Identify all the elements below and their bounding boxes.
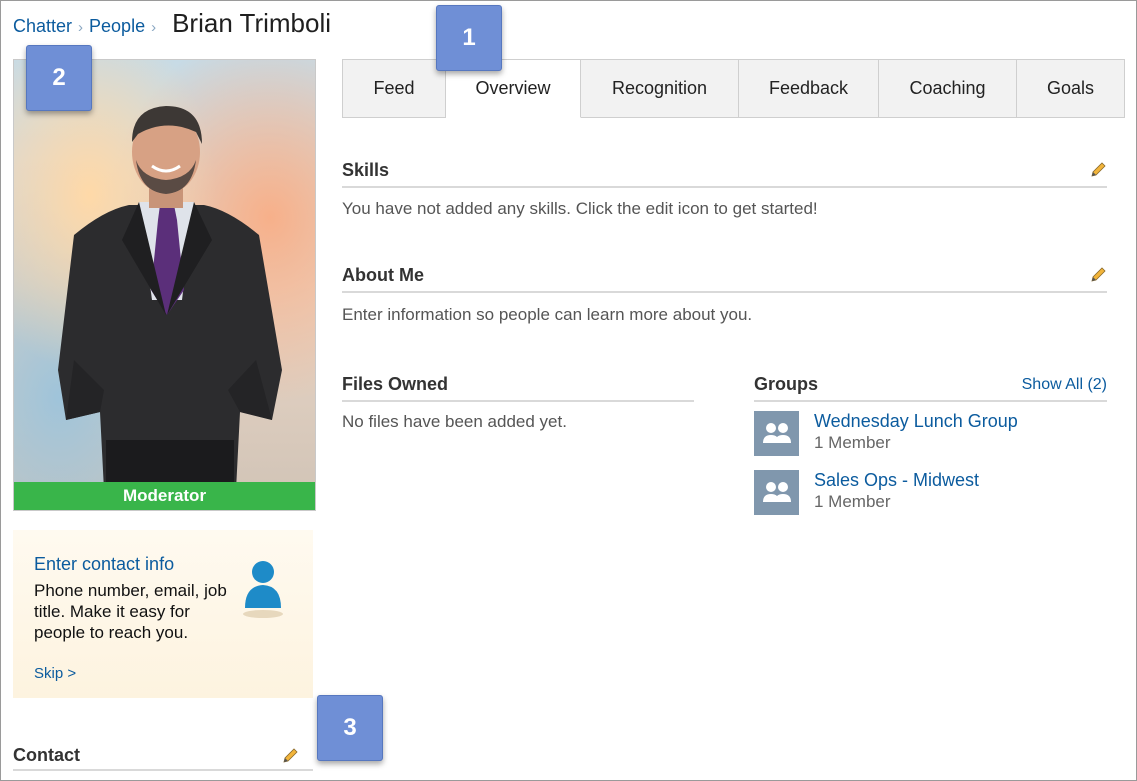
tab-feed[interactable]: Feed: [342, 59, 446, 118]
about-me-heading: About Me: [342, 265, 424, 285]
chevron-right-icon: ›: [78, 19, 84, 36]
group-link[interactable]: Wednesday Lunch Group: [814, 411, 1018, 432]
group-link[interactable]: Sales Ops - Midwest: [814, 470, 979, 491]
breadcrumb-people-link[interactable]: People: [89, 16, 145, 37]
contact-info-description: Phone number, email, job title. Make it …: [34, 581, 227, 642]
enter-contact-info-link[interactable]: Enter contact info: [34, 554, 174, 575]
list-item: Sales Ops - Midwest 1 Member: [754, 470, 1114, 516]
chevron-right-icon: ›: [151, 19, 157, 36]
groups-heading: Groups: [754, 374, 819, 394]
list-item: Wednesday Lunch Group 1 Member: [754, 411, 1114, 457]
tab-coaching[interactable]: Coaching: [879, 59, 1017, 118]
skills-section-header: Skills: [342, 160, 1107, 188]
files-owned-heading: Files Owned: [342, 374, 449, 394]
pencil-icon[interactable]: [281, 747, 299, 765]
pencil-icon[interactable]: [1089, 266, 1107, 284]
pencil-icon[interactable]: [1089, 161, 1107, 179]
group-member-count: 1 Member: [814, 492, 891, 511]
show-all-groups-link[interactable]: Show All (2): [1022, 376, 1107, 394]
files-owned-section-header: Files Owned: [342, 374, 694, 402]
callout-marker-2: 2: [26, 45, 92, 111]
tab-recognition[interactable]: Recognition: [581, 59, 739, 118]
groups-section-header: Groups Show All (2): [754, 374, 1107, 402]
breadcrumb-chatter-link[interactable]: Chatter: [13, 16, 72, 37]
contact-heading: Contact: [13, 745, 80, 765]
group-icon[interactable]: [754, 470, 799, 515]
callout-marker-3: 3: [317, 695, 383, 761]
person-photo-illustration: [58, 106, 282, 500]
page-title: Brian Trimboli: [172, 8, 332, 38]
files-empty-text: No files have been added yet.: [342, 412, 567, 431]
skills-heading: Skills: [342, 160, 390, 180]
profile-photo[interactable]: Moderator: [13, 59, 316, 511]
callout-marker-1: 1: [436, 5, 502, 71]
moderator-badge: Moderator: [14, 482, 315, 510]
about-me-empty-text: Enter information so people can learn mo…: [342, 305, 753, 324]
contact-info-prompt: Enter contact info Phone number, email, …: [13, 530, 313, 698]
tab-feedback[interactable]: Feedback: [739, 59, 879, 118]
skip-link[interactable]: Skip >: [34, 665, 76, 682]
tab-goals[interactable]: Goals: [1017, 59, 1125, 118]
skills-empty-text: You have not added any skills. Click the…: [342, 199, 818, 218]
group-member-count: 1 Member: [814, 433, 891, 452]
group-icon[interactable]: [754, 411, 799, 456]
contact-section-header: Contact: [13, 745, 313, 771]
about-me-section-header: About Me: [342, 265, 1107, 293]
breadcrumb: Chatter › People › Brian Trimboli: [13, 8, 331, 39]
person-icon: [243, 561, 283, 618]
